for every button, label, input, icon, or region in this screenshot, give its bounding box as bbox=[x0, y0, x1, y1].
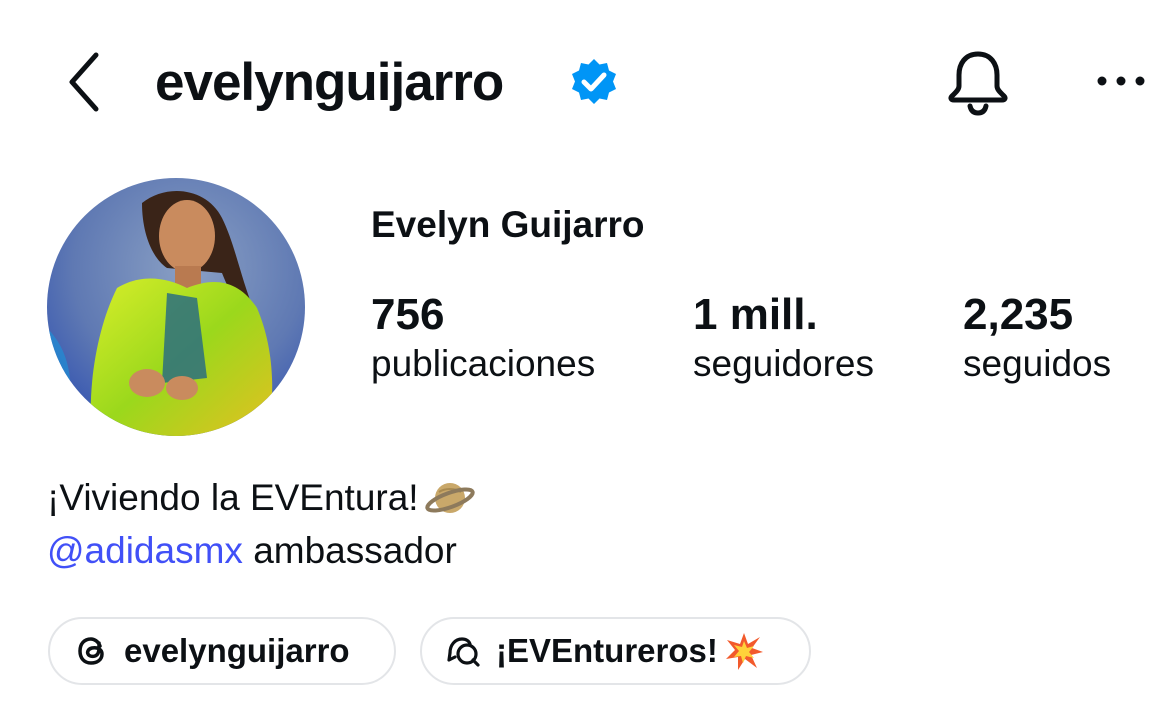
bio-line-2: @adidasmx ambassador bbox=[47, 527, 457, 575]
threads-chip-label: evelynguijarro bbox=[124, 632, 350, 669]
mention-link[interactable]: @adidasmx bbox=[47, 530, 243, 571]
bell-icon bbox=[948, 51, 1008, 116]
ringed-planet-emoji bbox=[424, 483, 475, 513]
stat-posts-label: publicaciones bbox=[371, 343, 596, 384]
stat-posts[interactable]: 756 publicaciones bbox=[371, 288, 595, 388]
broadcast-channel-chip[interactable]: ¡EVEntureros! bbox=[420, 617, 811, 685]
stat-followers-label: seguidores bbox=[693, 343, 875, 384]
bio-text: ¡Viviendo la EVEntura! bbox=[47, 477, 419, 518]
back-chevron-icon bbox=[69, 52, 99, 112]
profile-username: evelynguijarro bbox=[155, 53, 504, 112]
more-options-icon bbox=[1097, 76, 1145, 86]
bio-line-2-text: ambassador bbox=[242, 530, 457, 571]
stat-followers-count: 1 mill. bbox=[693, 290, 818, 339]
stat-posts-count: 756 bbox=[371, 290, 445, 339]
more-options-button[interactable] bbox=[1092, 62, 1150, 100]
broadcast-chat-icon bbox=[447, 637, 480, 667]
stat-following[interactable]: 2,235 seguidos bbox=[963, 288, 1111, 388]
back-button[interactable] bbox=[52, 48, 116, 116]
threads-icon bbox=[78, 637, 104, 665]
bio-line-1: ¡Viviendo la EVEntura! bbox=[47, 474, 475, 522]
channel-chip-label: ¡EVEntureros! bbox=[496, 632, 718, 669]
notifications-button[interactable] bbox=[943, 46, 1013, 118]
verified-badge-icon bbox=[569, 57, 619, 107]
stat-following-count: 2,235 bbox=[963, 290, 1074, 339]
profile-avatar[interactable] bbox=[47, 178, 305, 436]
stat-following-label: seguidos bbox=[963, 343, 1112, 384]
profile-full-name: Evelyn Guijarro bbox=[371, 204, 645, 245]
stat-followers[interactable]: 1 mill. seguidores bbox=[693, 288, 874, 388]
threads-link-chip[interactable]: evelynguijarro bbox=[48, 617, 396, 685]
collision-emoji bbox=[725, 633, 763, 670]
